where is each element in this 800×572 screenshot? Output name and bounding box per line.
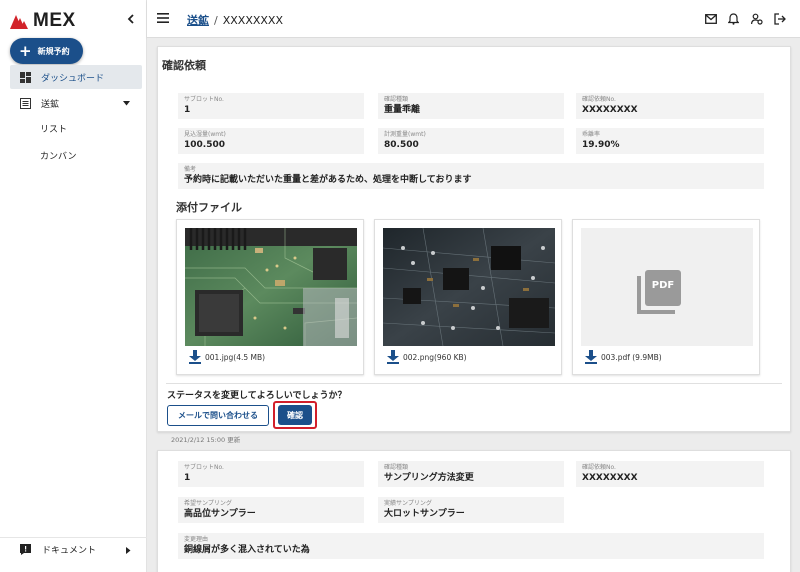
sidebar-item-dashboard[interactable]: ダッシュボード — [10, 65, 142, 89]
sidebar-item-document[interactable]: ドキュメント — [0, 537, 147, 561]
attachments-title: 添付ファイル — [176, 201, 242, 214]
attachment-card[interactable]: 001.jpg(4.5 MB) — [176, 219, 364, 375]
top-bar: 送鉱 / XXXXXXXX — [147, 0, 800, 38]
sidebar-item-souko[interactable]: 送鉱 — [10, 91, 142, 115]
field-label: サブロットNo. — [184, 96, 224, 103]
field-value: XXXXXXXX — [582, 105, 638, 115]
field-label: 変更理由 — [184, 536, 209, 543]
attachment-file-name: 002.png(960 KB) — [403, 353, 467, 362]
field-value: 大ロットサンプラー — [384, 509, 465, 519]
mail-inquiry-button[interactable]: メールで問い合わせる — [167, 405, 269, 426]
dashboard-icon — [19, 71, 31, 83]
field-confirm-no: 確認依頼No. XXXXXXXX — [576, 93, 764, 119]
download-icon[interactable] — [189, 350, 201, 364]
attachment-file-name: 001.jpg(4.5 MB) — [205, 353, 266, 362]
new-reservation-button[interactable]: + 新規予約 — [10, 38, 83, 64]
pdf-label: PDF — [651, 280, 675, 291]
logo-text: MEX — [33, 10, 76, 31]
chevron-left-icon — [127, 14, 134, 24]
breadcrumb-link-souko[interactable]: 送鉱 — [187, 14, 209, 27]
list-icon — [19, 97, 31, 109]
document-label: ドキュメント — [42, 546, 97, 556]
field-label: 希望サンプリング — [184, 500, 232, 507]
mail-icon[interactable] — [704, 12, 717, 25]
confirm-button[interactable]: 確認 — [278, 405, 312, 425]
field-value: 1 — [184, 473, 191, 483]
attachment-card[interactable]: PDF 003.pdf (9.9MB) — [572, 219, 760, 375]
field-sublot-no: サブロットNo. 1 — [178, 93, 364, 119]
confirmation-request-card: 確認依頼 サブロットNo. 1 確認種類 重量乖離 確認依頼No. XXXXXX… — [157, 46, 791, 432]
sidebar-item-label: ダッシュボード — [41, 73, 105, 84]
sidebar-item-label: 送鉱 — [41, 99, 60, 110]
field-label: 確認種類 — [384, 96, 409, 103]
confirm-button-highlight: 確認 — [273, 401, 317, 429]
field-confirm-type: 確認種類 重量乖離 — [378, 93, 564, 119]
field-sublot-no: サブロットNo. 1 — [178, 461, 364, 487]
plus-icon: + — [19, 41, 32, 60]
attachment-thumbnail-circuit-board-green[interactable] — [185, 228, 357, 346]
field-label: 乖離率 — [582, 131, 601, 138]
document-icon — [20, 543, 32, 556]
hamburger-menu-icon[interactable] — [157, 13, 169, 26]
account-settings-icon[interactable] — [750, 12, 763, 25]
divider — [166, 383, 782, 384]
logo[interactable]: MEX — [10, 10, 76, 32]
field-remarks: 備考 予約時に記載いただいた重量と差があるため、処理を中断しております — [178, 163, 764, 189]
download-icon[interactable] — [585, 350, 597, 364]
new-reservation-label: 新規予約 — [37, 46, 70, 56]
field-label: 確認依頼No. — [582, 96, 616, 103]
field-actual-sampling: 実績サンプリング 大ロットサンプラー — [378, 497, 564, 523]
field-value: 高品位サンプラー — [184, 509, 256, 519]
mex-logo-icon — [10, 15, 28, 29]
field-confirm-no: 確認依頼No. XXXXXXXX — [576, 461, 764, 487]
sidebar-subitem-list[interactable]: リスト — [40, 122, 67, 138]
field-value: サンプリング方法変更 — [384, 473, 474, 483]
attachment-card[interactable]: 002.png(960 KB) — [374, 219, 562, 375]
sidebar: MEX + 新規予約 ダッシュボード 送鉱 リスト カンバン ドキュメント — [0, 0, 147, 572]
field-change-reason: 変更理由 銅線屑が多く混入されていた為 — [178, 533, 764, 559]
field-estimated-wet: 見込湿量(wmt) 100.500 — [178, 128, 364, 154]
breadcrumb: 送鉱 / XXXXXXXX — [187, 12, 283, 28]
collapse-sidebar-button[interactable] — [124, 12, 138, 26]
field-desired-sampling: 希望サンプリング 高品位サンプラー — [178, 497, 364, 523]
field-value: 19.90% — [582, 140, 620, 150]
top-icons — [704, 12, 786, 25]
field-value: XXXXXXXX — [582, 473, 638, 483]
field-confirm-type: 確認種類 サンプリング方法変更 — [378, 461, 564, 487]
caret-down-icon — [123, 99, 130, 109]
field-label: 備考 — [184, 166, 197, 173]
logout-icon[interactable] — [773, 12, 786, 25]
attachment-file-name: 003.pdf (9.9MB) — [601, 353, 662, 362]
bell-icon[interactable] — [727, 12, 740, 25]
field-label: 実績サンプリング — [384, 500, 432, 507]
attachment-thumbnail-pdf[interactable]: PDF — [581, 228, 753, 346]
download-icon[interactable] — [387, 350, 399, 364]
caret-right-icon — [126, 547, 131, 557]
field-label: 確認依頼No. — [582, 464, 616, 471]
attachment-thumbnail-circuit-board-dark[interactable] — [383, 228, 555, 346]
sampling-change-card: サブロットNo. 1 確認種類 サンプリング方法変更 確認依頼No. XXXXX… — [157, 450, 791, 572]
sidebar-subitem-kanban[interactable]: カンバン — [40, 149, 76, 165]
field-value: 100.500 — [184, 140, 225, 150]
field-value: 予約時に記載いただいた重量と差があるため、処理を中断しております — [184, 175, 472, 185]
field-label: サブロットNo. — [184, 464, 224, 471]
field-value: 1 — [184, 105, 191, 115]
field-deviation-rate: 乖離率 19.90% — [576, 128, 764, 154]
main-content: 確認依頼 サブロットNo. 1 確認種類 重量乖離 確認依頼No. XXXXXX… — [147, 38, 800, 572]
breadcrumb-current: XXXXXXXX — [222, 14, 284, 27]
card-title: 確認依頼 — [162, 59, 206, 72]
status-change-question: ステータスを変更してよろしいでしょうか？ — [167, 391, 347, 401]
field-measured-weight: 計測重量(wmt) 80.500 — [378, 128, 564, 154]
field-value: 重量乖離 — [384, 105, 421, 115]
field-value: 80.500 — [384, 140, 419, 150]
breadcrumb-separator: / — [214, 14, 218, 27]
field-label: 見込湿量(wmt) — [184, 131, 226, 138]
updated-timestamp: 2021/2/12 15:00 更新 — [171, 436, 241, 444]
field-label: 確認種類 — [384, 464, 409, 471]
field-label: 計測重量(wmt) — [384, 131, 426, 138]
field-value: 銅線屑が多く混入されていた為 — [184, 545, 310, 555]
